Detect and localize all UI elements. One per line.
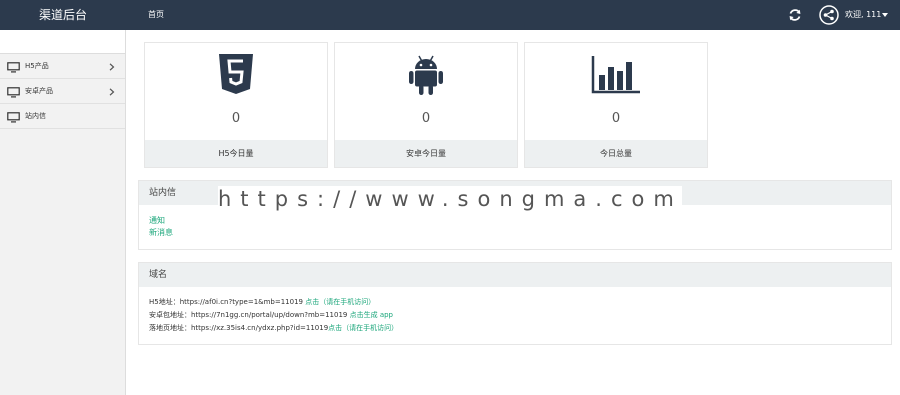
chevron-right-icon	[109, 63, 115, 71]
stat-value: 0	[421, 111, 431, 126]
domain-row-android: 安卓包地址：https://7n1gg.cn/portal/up/down?mb…	[149, 309, 881, 322]
sidebar-item-h5-products[interactable]: H5产品	[0, 54, 125, 79]
domain-panel: 域名 H5地址：https://af0i.cn?type=1&mb=11019 …	[138, 262, 892, 345]
sidebar-item-label: H5产品	[25, 62, 49, 70]
domain-action-link[interactable]: 点击（请在手机访问）	[328, 324, 398, 332]
sidebar: H5产品 安卓产品 站内信	[0, 30, 126, 395]
sidebar-spacer	[0, 30, 125, 54]
domain-label: H5地址：	[149, 298, 180, 306]
sidebar-item-label: 安卓产品	[25, 87, 53, 95]
sidebar-item-messages[interactable]: 站内信	[0, 104, 125, 129]
stat-label: 今日总量	[525, 140, 707, 167]
domain-url: https://af0i.cn?type=1&mb=11019	[179, 298, 303, 306]
user-menu[interactable]: 欢迎, 111	[845, 0, 889, 30]
android-icon	[409, 55, 443, 95]
message-link-new[interactable]: 新消息	[149, 227, 881, 239]
stat-label: H5今日量	[145, 140, 327, 167]
panel-title: 域名	[139, 263, 891, 287]
brand-title[interactable]: 渠道后台	[0, 0, 126, 30]
stat-label: 安卓今日量	[335, 140, 517, 167]
chevron-down-icon	[882, 12, 889, 17]
domain-action-link[interactable]: 点击（请在手机访问）	[303, 298, 375, 306]
user-greeting: 欢迎, 111	[845, 10, 882, 19]
monitor-icon	[7, 112, 20, 123]
domain-action-link[interactable]: 点击生成 app	[347, 311, 393, 319]
watermark-text: https://www.songma.com	[218, 186, 683, 213]
domain-row-h5: H5地址：https://af0i.cn?type=1&mb=11019 点击（…	[149, 296, 881, 309]
top-navbar: 渠道后台 首页 欢迎, 111	[0, 0, 900, 30]
monitor-icon	[7, 87, 20, 98]
html5-icon	[219, 54, 253, 94]
stat-card-h5: 0 H5今日量	[144, 42, 328, 168]
domain-url: https://xz.35is4.cn/ydxz.php?id=11019	[191, 324, 329, 332]
chevron-right-icon	[109, 88, 115, 96]
stat-value: 0	[231, 111, 241, 126]
sidebar-item-android-products[interactable]: 安卓产品	[0, 79, 125, 104]
monitor-icon	[7, 62, 20, 73]
domain-url: https://7n1gg.cn/portal/up/down?mb=11019	[191, 311, 348, 319]
nav-home-link[interactable]: 首页	[140, 0, 172, 30]
domain-label: 安卓包地址：	[149, 311, 191, 319]
stat-card-android: 0 安卓今日量	[334, 42, 518, 168]
share-icon[interactable]	[819, 5, 839, 25]
message-link-notice[interactable]: 通知	[149, 215, 881, 227]
stat-value: 0	[611, 111, 621, 126]
domain-row-landing: 落地页地址：https://xz.35is4.cn/ydxz.php?id=11…	[149, 322, 881, 335]
sidebar-item-label: 站内信	[25, 112, 46, 120]
bar-chart-icon	[591, 56, 640, 94]
stat-card-total: 0 今日总量	[524, 42, 708, 168]
domain-label: 落地页地址：	[149, 324, 191, 332]
refresh-icon[interactable]	[787, 7, 803, 23]
